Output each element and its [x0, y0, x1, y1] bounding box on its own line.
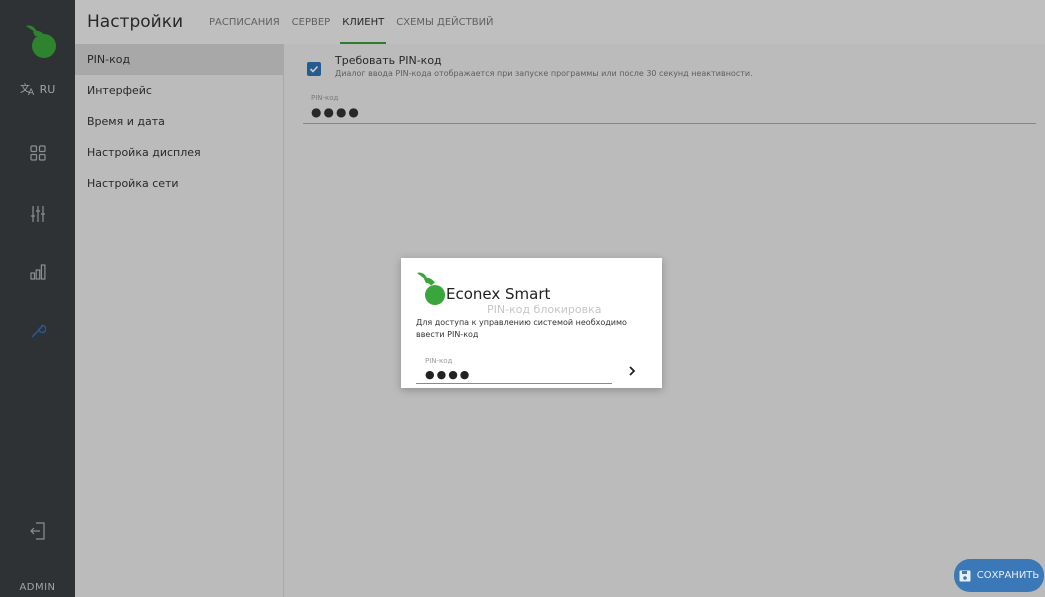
pin-lock-dialog: Econex Smart PIN-код блокировка Для дост… — [401, 258, 662, 388]
save-button-label: СОХРАНИТЬ — [976, 570, 1040, 581]
floppy-disk-icon — [959, 570, 971, 581]
dialog-subtitle: PIN-код блокировка — [487, 303, 602, 316]
dialog-pin-value: ●●●● — [425, 368, 472, 381]
dialog-pin-label: PIN-код — [425, 357, 453, 365]
save-button[interactable]: СОХРАНИТЬ — [954, 559, 1044, 592]
dialog-message: Для доступа к управлению системой необхо… — [416, 318, 627, 339]
dialog-pin-input[interactable]: PIN-код ●●●● — [416, 357, 612, 384]
dialog-brand: Econex Smart — [446, 285, 551, 303]
submit-pin-button[interactable] — [623, 362, 641, 380]
chevron-right-icon — [629, 366, 636, 376]
